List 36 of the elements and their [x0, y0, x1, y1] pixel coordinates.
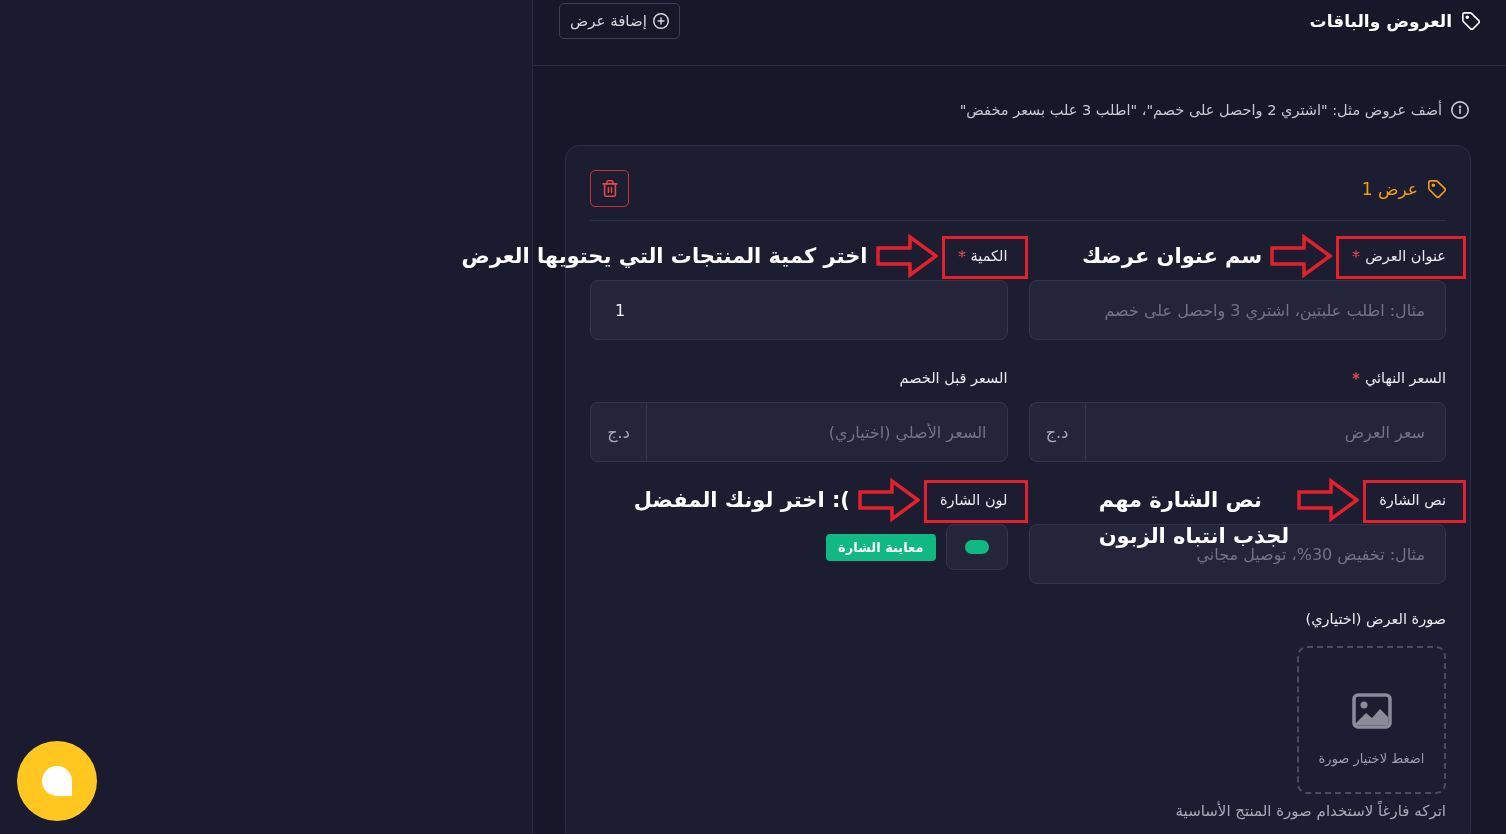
- info-icon: [1451, 101, 1469, 119]
- arrow-icon: [1297, 478, 1360, 522]
- chat-bubble-icon: [42, 766, 72, 796]
- price-input[interactable]: سعر العرض: [1084, 402, 1446, 462]
- arrow-icon: [875, 234, 938, 278]
- color-picker-button[interactable]: [945, 524, 1008, 570]
- badge-preview: معاينة الشارة: [826, 533, 936, 561]
- image-icon: [1351, 692, 1392, 729]
- info-text: أضف عروض مثل: "اشتري 2 واحصل على خصم"، "اطلب 3 علب بسعر مخفض": [959, 102, 1442, 118]
- image-upload-area[interactable]: اضغط لاختيار صورة: [1297, 646, 1446, 794]
- field-label: السعر النهائي: [1364, 370, 1446, 386]
- tag-icon: [1428, 179, 1446, 198]
- arrow-icon: [1270, 234, 1333, 278]
- text-input[interactable]: مثال: اطلب علبتين، اشتري 3 واحصل على خصم: [1028, 280, 1446, 340]
- field-label: الكمية: [970, 248, 1008, 264]
- annotation-text: اختر كمية المنتجات التي يحتويها العرض: [461, 243, 868, 270]
- tag-icon: [1462, 12, 1480, 30]
- trash-icon: [601, 180, 618, 197]
- number-input[interactable]: 1: [590, 280, 1008, 340]
- field-label: لون الشارة: [939, 492, 1008, 508]
- section-title: العروض والباقات: [1309, 11, 1452, 31]
- offer-title: عرض 1: [1361, 178, 1418, 199]
- annotation-text: سم عنوان عرضك: [1082, 243, 1263, 270]
- field-label: السعر قبل الخصم: [899, 370, 1008, 386]
- delete-button[interactable]: [590, 170, 629, 207]
- add-offer-button[interactable]: إضافة عرض: [559, 3, 680, 39]
- price-input[interactable]: السعر الأصلي (اختياري): [646, 402, 1008, 462]
- currency-addon: د.ج: [1028, 402, 1085, 462]
- currency-addon: د.ج: [590, 402, 646, 462]
- annotation-text: اختر لونك المفضل :(: [633, 487, 850, 514]
- field-hint: اتركه فارغاً لاستخدام صورة المنتج الأساسية: [1175, 802, 1446, 820]
- field-label: عنوان العرض: [1365, 248, 1446, 264]
- field-label: صورة العرض (اختياري): [1305, 611, 1446, 627]
- field-label: نص الشارة: [1379, 492, 1446, 508]
- plus-circle-icon: [652, 13, 669, 29]
- arrow-icon: [857, 478, 920, 522]
